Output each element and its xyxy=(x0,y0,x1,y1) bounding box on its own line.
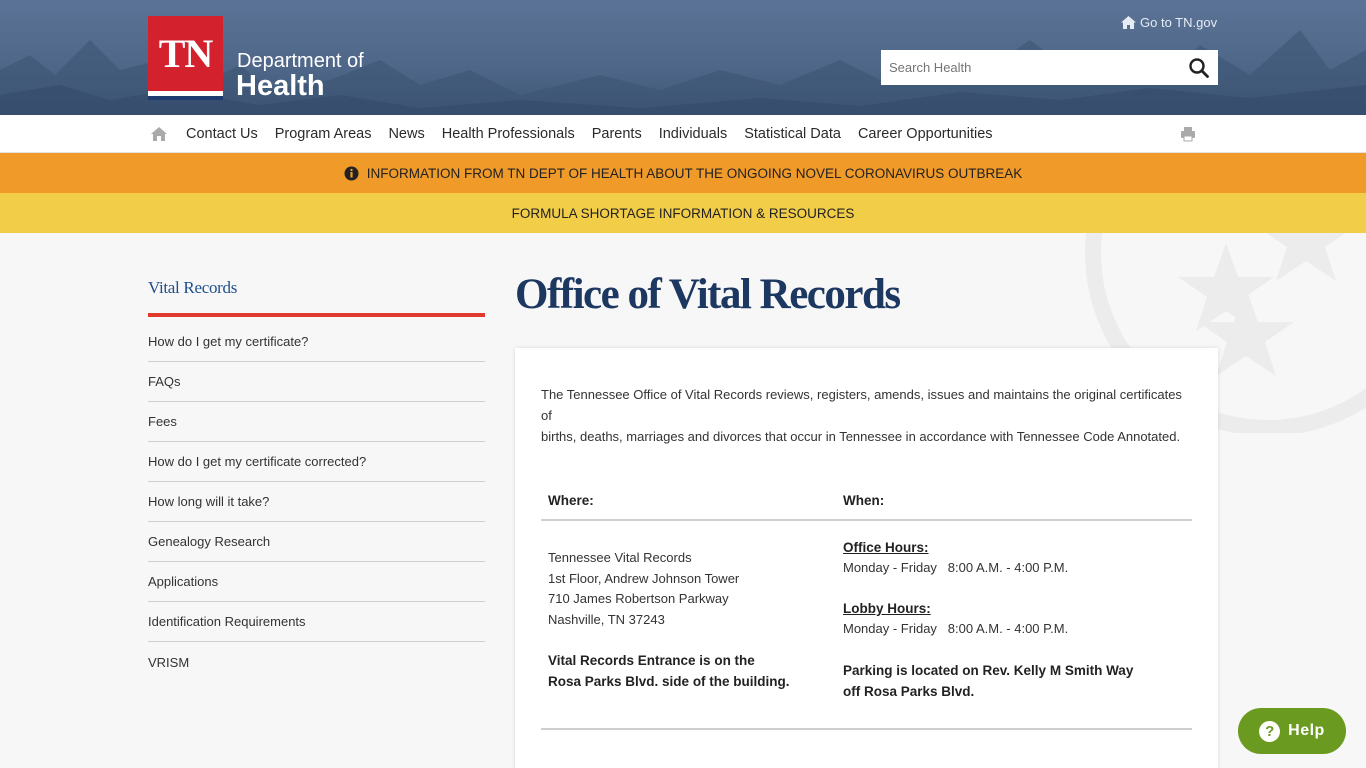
address-line: 710 James Robertson Parkway xyxy=(548,591,729,606)
nav-item-health-professionals[interactable]: Health Professionals xyxy=(442,126,575,142)
nav-item-contact-us[interactable]: Contact Us xyxy=(186,126,258,142)
content-card: The Tennessee Office of Vital Records re… xyxy=(515,348,1218,768)
table-bottom-divider xyxy=(541,728,1192,730)
entrance-note: Vital Records Entrance is on the Rosa Pa… xyxy=(548,650,808,692)
formula-alert-banner[interactable]: FORMULA SHORTAGE INFORMATION & RESOURCES xyxy=(0,193,1366,233)
nav-item-program-areas[interactable]: Program Areas xyxy=(275,126,372,142)
parking-line: off Rosa Parks Blvd. xyxy=(843,684,975,699)
go-to-tn-label: Go to TN.gov xyxy=(1140,15,1218,30)
intro-paragraph: The Tennessee Office of Vital Records re… xyxy=(541,384,1191,447)
sidebar-title[interactable]: Vital Records xyxy=(148,278,237,298)
formula-alert-text: FORMULA SHORTAGE INFORMATION & RESOURCES xyxy=(511,205,855,221)
entrance-line: Rosa Parks Blvd. side of the building. xyxy=(548,674,790,689)
sidebar-divider xyxy=(148,313,485,317)
sidebar-item-get-certificate[interactable]: How do I get my certificate? xyxy=(148,322,485,362)
nav-menu: Contact Us Program Areas News Health Pro… xyxy=(186,115,1010,153)
parking-note: Parking is located on Rev. Kelly M Smith… xyxy=(843,660,1143,702)
home-icon[interactable] xyxy=(151,126,167,142)
search-icon[interactable] xyxy=(1188,57,1210,79)
nav-item-individuals[interactable]: Individuals xyxy=(659,126,728,142)
intro-line: births, deaths, marriages and divorces t… xyxy=(541,429,1181,444)
address-line: Nashville, TN 37243 xyxy=(548,611,665,627)
sidebar-item-genealogy[interactable]: Genealogy Research xyxy=(148,522,485,562)
help-button[interactable]: ? Help xyxy=(1238,708,1346,754)
tn-logo[interactable]: TN xyxy=(148,16,223,100)
when-heading: When: xyxy=(843,493,885,508)
table-header-divider xyxy=(541,519,1192,521)
search-bar xyxy=(881,50,1218,85)
go-to-tn-link[interactable]: Go to TN.gov xyxy=(1121,15,1217,30)
sidebar-item-how-long[interactable]: How long will it take? xyxy=(148,482,485,522)
print-icon[interactable] xyxy=(1180,126,1196,142)
question-icon: ? xyxy=(1259,720,1281,742)
lobby-hours-label: Lobby Hours: xyxy=(843,601,931,616)
sidebar-menu: How do I get my certificate? FAQs Fees H… xyxy=(148,322,485,682)
sidebar-item-certificate-corrected[interactable]: How do I get my certificate corrected? xyxy=(148,442,485,482)
page-title: Office of Vital Records xyxy=(515,271,901,318)
home-icon xyxy=(1121,16,1136,29)
address-line: Tennessee Vital Records xyxy=(548,550,692,565)
help-label: Help xyxy=(1288,722,1325,739)
nav-item-career-opportunities[interactable]: Career Opportunities xyxy=(858,126,993,142)
nav-item-statistical-data[interactable]: Statistical Data xyxy=(744,126,841,142)
site-header: TN Department of Health Go to TN.gov xyxy=(0,0,1366,115)
sidebar-item-applications[interactable]: Applications xyxy=(148,562,485,602)
info-icon xyxy=(344,166,359,180)
covid-alert-text: INFORMATION FROM TN DEPT OF HEALTH ABOUT… xyxy=(366,165,1023,181)
search-input[interactable] xyxy=(881,50,1176,85)
covid-alert-banner[interactable]: INFORMATION FROM TN DEPT OF HEALTH ABOUT… xyxy=(0,153,1366,193)
parking-line: Parking is located on Rev. Kelly M Smith… xyxy=(843,663,1134,678)
sidebar-item-vrism[interactable]: VRISM xyxy=(148,642,485,682)
lobby-hours-value: Monday - Friday 8:00 A.M. - 4:00 P.M. xyxy=(843,621,1069,636)
dept-name-line2[interactable]: Health xyxy=(236,70,325,103)
logo-text: TN xyxy=(158,31,214,76)
where-heading: Where: xyxy=(548,493,594,508)
sidebar-item-fees[interactable]: Fees xyxy=(148,402,485,442)
hours-block: Office Hours: Monday - Friday 8:00 A.M. … xyxy=(843,538,1068,639)
address-line: 1st Floor, Andrew Johnson Tower xyxy=(548,570,740,586)
address-block: Tennessee Vital Records 1st Floor, Andre… xyxy=(548,548,739,630)
intro-line: The Tennessee Office of Vital Records re… xyxy=(541,387,1182,423)
nav-item-news[interactable]: News xyxy=(388,126,424,142)
nav-item-parents[interactable]: Parents xyxy=(592,126,642,142)
sidebar-item-faqs[interactable]: FAQs xyxy=(148,362,485,402)
logo-stripe-blue xyxy=(148,96,223,100)
sidebar-item-identification[interactable]: Identification Requirements xyxy=(148,602,485,642)
main-nav: Contact Us Program Areas News Health Pro… xyxy=(0,115,1366,153)
entrance-line: Vital Records Entrance is on the xyxy=(548,653,755,668)
office-hours-label: Office Hours: xyxy=(843,540,929,555)
office-hours-value: Monday - Friday 8:00 A.M. - 4:00 P.M. xyxy=(843,560,1069,575)
